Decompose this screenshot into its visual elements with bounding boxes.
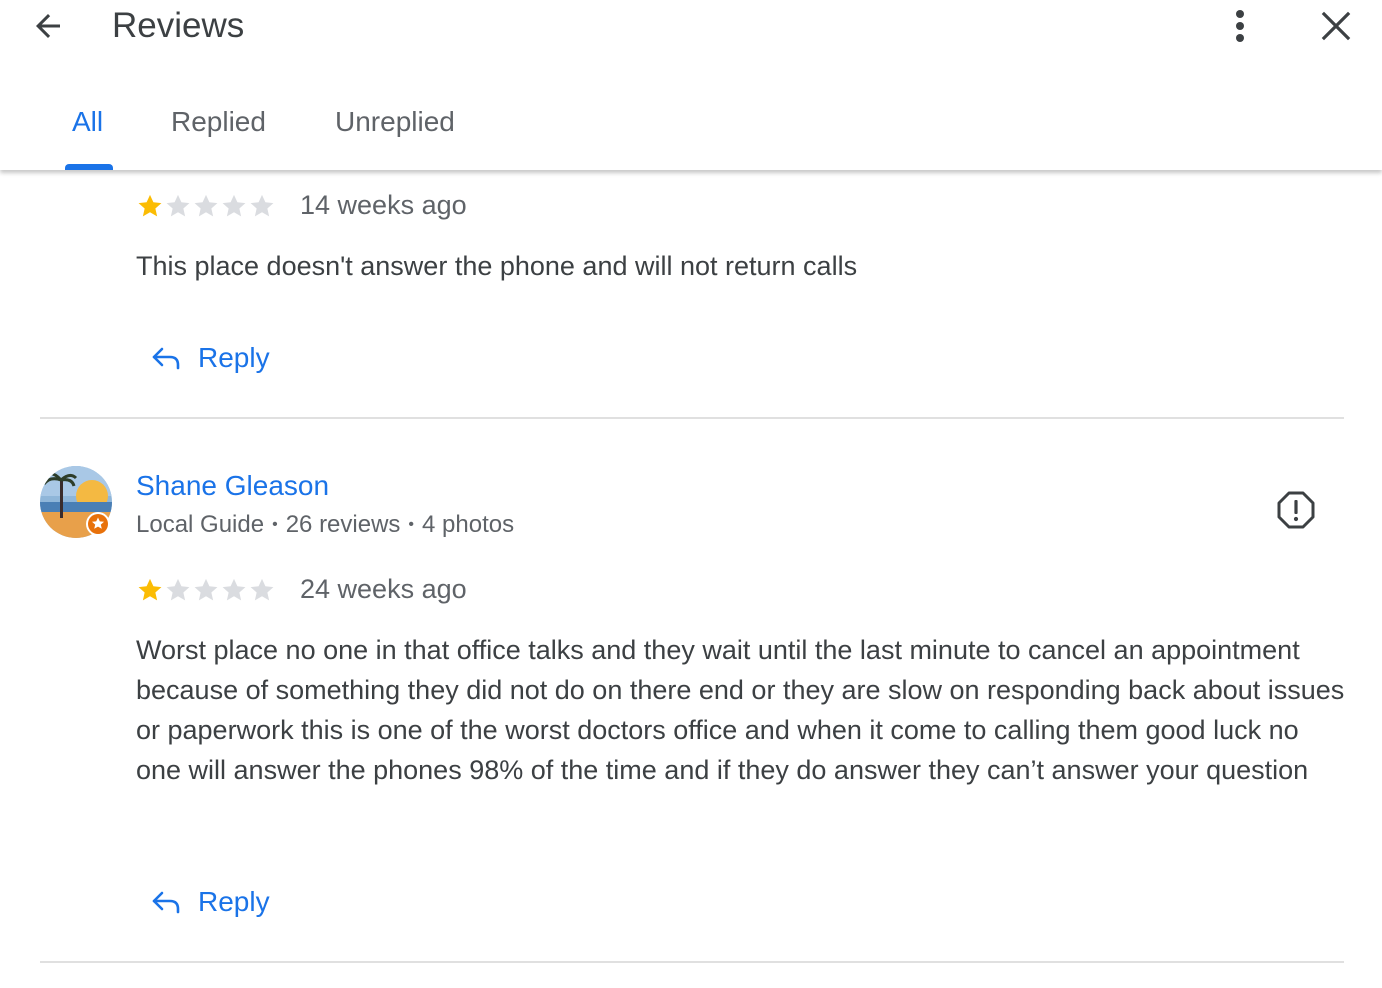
tab-unreplied[interactable]: Unreplied — [335, 100, 455, 144]
star-rating — [136, 576, 276, 604]
star-icon — [222, 578, 246, 601]
active-tab-indicator — [65, 164, 113, 170]
reply-label: Reply — [198, 886, 270, 917]
star-icon — [250, 578, 274, 601]
reply-arrow-icon — [152, 891, 180, 914]
star-icon — [138, 194, 162, 217]
reviewer-photos-count: 4 photos — [422, 511, 515, 538]
star-icon — [250, 194, 274, 217]
review-time: 14 weeks ago — [300, 190, 467, 220]
star-icon — [166, 194, 190, 217]
review-time: 24 weeks ago — [300, 574, 467, 604]
reviewer-name[interactable]: Shane Gleason — [136, 468, 329, 504]
app-header: Reviews All Replied Unreplied — [0, 0, 1382, 170]
page-title: Reviews — [112, 6, 245, 45]
review-text: Worst place no one in that office talks … — [136, 635, 1345, 785]
reviewer-badge: Local Guide — [136, 511, 265, 538]
tab-all[interactable]: All — [72, 100, 103, 144]
separator-dot: • — [272, 516, 278, 533]
star-icon — [194, 194, 218, 217]
reviewer-meta: Local Guide • 26 reviews • 4 photos — [136, 508, 514, 542]
report-review-button[interactable] — [1272, 486, 1320, 534]
reply-button[interactable]: Reply — [150, 880, 270, 924]
star-icon — [222, 194, 246, 217]
reviews-list: 14 weeks ago This place doesn't answer t… — [0, 170, 1382, 988]
reply-arrow-icon — [152, 347, 180, 370]
tab-replied[interactable]: Replied — [171, 100, 266, 144]
star-icon — [166, 578, 190, 601]
star-rating — [136, 192, 276, 220]
reply-button[interactable]: Reply — [150, 336, 270, 380]
more-options-button[interactable] — [1220, 4, 1260, 48]
reply-label: Reply — [198, 342, 270, 373]
star-icon — [138, 578, 162, 601]
avatar[interactable] — [40, 466, 112, 538]
review-divider — [40, 961, 1344, 963]
separator-dot: • — [408, 516, 415, 533]
review-text: This place doesn't answer the phone and … — [136, 251, 858, 281]
review-divider — [40, 417, 1344, 419]
close-icon — [1321, 11, 1351, 41]
reviewer-reviews-count: 26 reviews — [285, 511, 401, 538]
back-button[interactable] — [22, 6, 74, 46]
reviewer-avatar-image — [40, 466, 112, 538]
report-flag-icon — [1277, 491, 1315, 529]
arrow-back-icon — [36, 14, 60, 38]
star-icon — [194, 578, 218, 601]
more-vert-icon — [1236, 10, 1244, 42]
close-button[interactable] — [1312, 4, 1360, 48]
